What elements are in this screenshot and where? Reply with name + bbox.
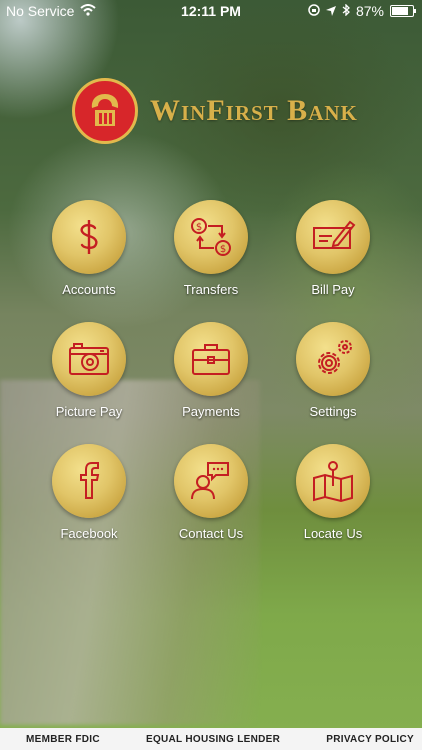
gear-icon bbox=[318, 340, 352, 374]
menu-label: Bill Pay bbox=[311, 282, 355, 297]
privacy-policy-link[interactable]: PRIVACY POLICY bbox=[326, 734, 414, 745]
background-stone-wall bbox=[0, 380, 260, 725]
menu-label: Settings bbox=[309, 404, 357, 419]
menu-facebook[interactable]: Facebook bbox=[29, 444, 149, 541]
menu-label: Contact Us bbox=[178, 526, 244, 541]
map-pin-icon bbox=[313, 461, 353, 503]
picture-pay-button[interactable] bbox=[52, 322, 126, 396]
bluetooth-icon bbox=[342, 3, 350, 19]
menu-locate-us[interactable]: Locate Us bbox=[273, 444, 393, 541]
svg-text:$: $ bbox=[196, 222, 202, 233]
menu-transfers[interactable]: $ $ Transfers bbox=[151, 200, 271, 297]
orientation-lock-icon bbox=[308, 3, 320, 19]
facebook-button[interactable] bbox=[52, 444, 126, 518]
battery-percent: 87% bbox=[355, 3, 384, 19]
member-fdic-link[interactable]: MEMBER FDIC bbox=[26, 734, 100, 745]
status-bar: No Service 12:11 PM 87% bbox=[0, 0, 422, 22]
menu-payments[interactable]: Payments bbox=[151, 322, 271, 419]
battery-icon bbox=[390, 5, 416, 17]
menu-label: Locate Us bbox=[303, 526, 363, 541]
home-screen: No Service 12:11 PM 87% WinFirst Bank Ac… bbox=[0, 0, 422, 750]
contact-us-button[interactable] bbox=[174, 444, 248, 518]
facebook-icon bbox=[80, 461, 100, 499]
menu-label: Facebook bbox=[60, 526, 118, 541]
location-icon bbox=[325, 3, 336, 19]
locate-us-button[interactable] bbox=[296, 444, 370, 518]
menu-label: Transfers bbox=[183, 282, 239, 297]
bank-name: WinFirst Bank bbox=[150, 94, 358, 127]
menu-label: Payments bbox=[182, 404, 240, 419]
bill-pay-button[interactable] bbox=[296, 200, 370, 274]
accounts-button[interactable] bbox=[52, 200, 126, 274]
menu-picture-pay[interactable]: Picture Pay bbox=[29, 322, 149, 419]
transfers-button[interactable]: $ $ bbox=[174, 200, 248, 274]
menu-accounts[interactable]: Accounts bbox=[29, 200, 149, 297]
bank-logo: WinFirst Bank bbox=[72, 78, 358, 144]
settings-button[interactable] bbox=[296, 322, 370, 396]
payments-button[interactable] bbox=[174, 322, 248, 396]
menu-label: Accounts bbox=[62, 282, 116, 297]
menu-label: Picture Pay bbox=[55, 404, 123, 419]
menu-settings[interactable]: Settings bbox=[273, 322, 393, 419]
svg-text:$: $ bbox=[220, 244, 226, 255]
transfer-icon: $ $ bbox=[191, 218, 231, 256]
chat-person-icon bbox=[191, 462, 229, 500]
bank-emblem-icon bbox=[72, 78, 138, 144]
menu-bill-pay[interactable]: Bill Pay bbox=[273, 200, 393, 297]
briefcase-icon bbox=[192, 344, 230, 375]
equal-housing-lender-link[interactable]: EQUAL HOUSING LENDER bbox=[146, 734, 280, 745]
dollar-icon bbox=[80, 220, 98, 254]
check-icon bbox=[313, 220, 356, 249]
footer-bar: MEMBER FDIC EQUAL HOUSING LENDER PRIVACY… bbox=[0, 728, 422, 750]
menu-contact-us[interactable]: Contact Us bbox=[151, 444, 271, 541]
camera-icon bbox=[69, 343, 109, 375]
